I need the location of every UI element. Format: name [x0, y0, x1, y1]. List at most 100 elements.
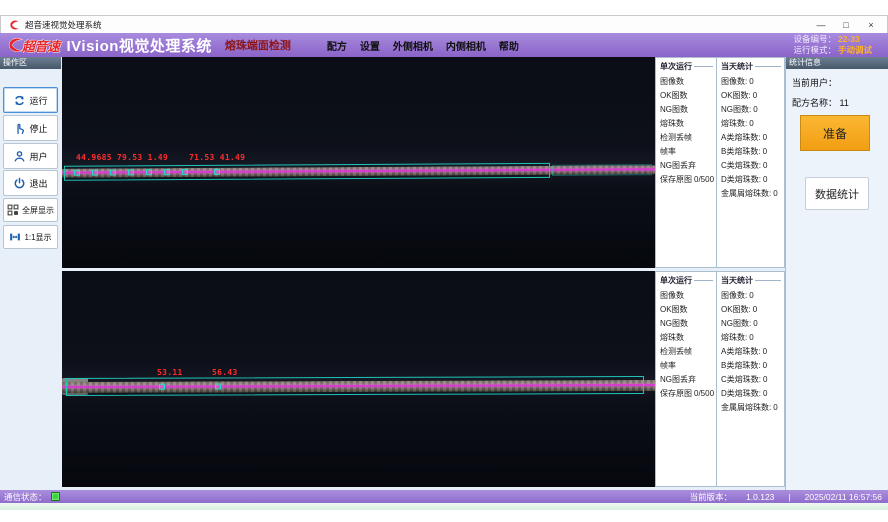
maximize-button[interactable]: □	[838, 18, 854, 32]
current-user-label: 当前用户：	[792, 78, 837, 88]
stat-row: 熔珠数	[660, 117, 716, 131]
measurement-annotation: 44.9685 79.53 1.49	[76, 153, 168, 162]
stat-row: NG图数	[660, 103, 716, 117]
group-title: 当天统计	[721, 275, 784, 286]
stat-row: 熔珠数	[660, 331, 716, 345]
stat-row: A类熔珠数:0	[721, 131, 784, 145]
camera-viewport-inner[interactable]: 53.11 56.43	[62, 271, 655, 487]
stat-row: OK图数	[660, 303, 716, 317]
comm-status-label: 通信状态：	[4, 491, 47, 503]
stat-label: 帧率	[660, 361, 676, 370]
brand-name: 超音速	[22, 36, 60, 55]
bead-marker	[110, 169, 116, 175]
stat-row: C类熔珠数:0	[721, 159, 784, 173]
stat-label: NG图数	[660, 319, 688, 328]
stat-row: NG图数	[660, 317, 716, 331]
app-header: 超音速 IVision视觉处理系统 熔珠端面检测 配方 设置 外侧相机 内侧相机…	[0, 33, 888, 57]
info-panel-title: 统计信息	[786, 57, 888, 69]
stat-label: B类熔珠数:	[721, 147, 761, 156]
one-to-one-button[interactable]: 1:1显示	[3, 225, 58, 249]
roi-rectangle	[64, 163, 550, 181]
data-statistics-button[interactable]: 数据统计	[805, 177, 869, 210]
stat-value: 0/500	[694, 175, 714, 184]
stat-value: 0	[763, 175, 767, 184]
stat-row: B类熔珠数:0	[721, 145, 784, 159]
bead-marker	[214, 169, 220, 175]
stat-value: 0	[749, 119, 753, 128]
recipe-name-label: 配方名称：	[792, 98, 837, 108]
group-title: 单次运行	[660, 61, 716, 72]
stat-row: 图像数	[660, 75, 716, 89]
stats-group-single-run: 单次运行 图像数 OK图数 NG	[656, 58, 717, 267]
stat-label: C类熔珠数:	[721, 375, 761, 384]
stat-label: 图像数	[660, 77, 684, 86]
stat-label: NG图数:	[721, 105, 751, 114]
comm-status-led	[51, 492, 60, 501]
user-button-label: 用户	[29, 150, 47, 163]
stat-label: 图像数	[660, 291, 684, 300]
stat-row: 帧率	[660, 359, 716, 373]
statistics-info-panel: 统计信息 当前用户： 配方名称： 11 准备 数据统计	[785, 57, 888, 490]
stat-value: 0	[773, 189, 777, 198]
user-button[interactable]: 用户	[3, 143, 58, 169]
close-button[interactable]: ×	[863, 18, 879, 32]
menu-item[interactable]: 内侧相机	[446, 38, 486, 53]
stat-row: 图像数:0	[721, 289, 784, 303]
exit-button[interactable]: 退出	[3, 170, 58, 196]
stat-value: 0	[763, 361, 767, 370]
menu-item[interactable]: 帮助	[499, 38, 519, 53]
stat-label: NG图丢弃	[660, 161, 696, 170]
one-to-one-button-label: 1:1显示	[24, 232, 51, 243]
stat-label: NG图数:	[721, 319, 751, 328]
stats-group-today: 当天统计 图像数:0 OK图数:0	[717, 58, 784, 267]
brand-logo: 超音速	[5, 36, 60, 55]
main-area: 操作区 运行 停止	[0, 57, 888, 490]
minimize-button[interactable]: —	[813, 18, 829, 32]
stat-label: OK图数:	[721, 305, 751, 314]
fullscreen-button[interactable]: 全屏显示	[3, 198, 58, 222]
stat-label: 熔珠数:	[721, 119, 747, 128]
stat-label: D类熔珠数:	[721, 175, 761, 184]
menu-item[interactable]: 外侧相机	[393, 38, 433, 53]
stat-row: 保存原图0/500	[660, 173, 716, 187]
statistics-columns: 单次运行 图像数 OK图数 NG	[655, 57, 785, 490]
menu-item[interactable]: 配方	[327, 38, 347, 53]
menu-item[interactable]: 设置	[360, 38, 380, 53]
device-id-label: 设备编号：	[793, 34, 836, 45]
stat-label: 熔珠数:	[721, 333, 747, 342]
stop-button[interactable]: 停止	[3, 115, 58, 141]
stat-row: OK图数:0	[721, 89, 784, 103]
stat-row: C类熔珠数:0	[721, 373, 784, 387]
stat-list: 图像数:0 OK图数:0 NG图数:0 熔珠数	[721, 289, 784, 415]
recipe-name-value: 11	[840, 98, 849, 108]
camera-viewport-outer[interactable]: 44.9685 79.53 1.49 71.53 41.49	[62, 57, 655, 268]
stat-row: NG图数:0	[721, 103, 784, 117]
stat-value: 0	[753, 319, 757, 328]
stat-row: 熔珠数:0	[721, 117, 784, 131]
stat-row: D类熔珠数:0	[721, 387, 784, 401]
stat-row: NG图丢弃	[660, 373, 716, 387]
stat-row: 图像数:0	[721, 75, 784, 89]
run-button[interactable]: 运行	[3, 87, 58, 113]
group-title: 单次运行	[660, 275, 716, 286]
device-id-value: 22-33	[838, 34, 860, 45]
stats-row-inner-camera: 单次运行 图像数 OK图数 NG	[655, 271, 785, 487]
stat-label: 检测丢帧	[660, 133, 692, 142]
stat-label: B类熔珠数:	[721, 361, 761, 370]
stat-label: 检测丢帧	[660, 347, 692, 356]
stat-row: 熔珠数:0	[721, 331, 784, 345]
window-title: 超音速视觉处理系统	[25, 19, 102, 31]
stat-label: 保存原图	[660, 389, 692, 398]
stat-row: B类熔珠数:0	[721, 359, 784, 373]
prepare-button[interactable]: 准备	[800, 115, 870, 151]
bead-marker	[182, 169, 188, 175]
stat-row: 金属屑熔珠数:0	[721, 401, 784, 415]
stat-label: OK图数	[660, 91, 688, 100]
roi-rectangle	[66, 376, 644, 396]
stat-label: 帧率	[660, 147, 676, 156]
stat-list: 图像数 OK图数 NG图数 熔珠数	[660, 75, 716, 187]
stat-list: 图像数 OK图数 NG图数 熔珠数	[660, 289, 716, 401]
bead-marker	[146, 169, 152, 175]
stat-value: 0	[753, 105, 757, 114]
stop-hand-icon	[13, 122, 26, 135]
